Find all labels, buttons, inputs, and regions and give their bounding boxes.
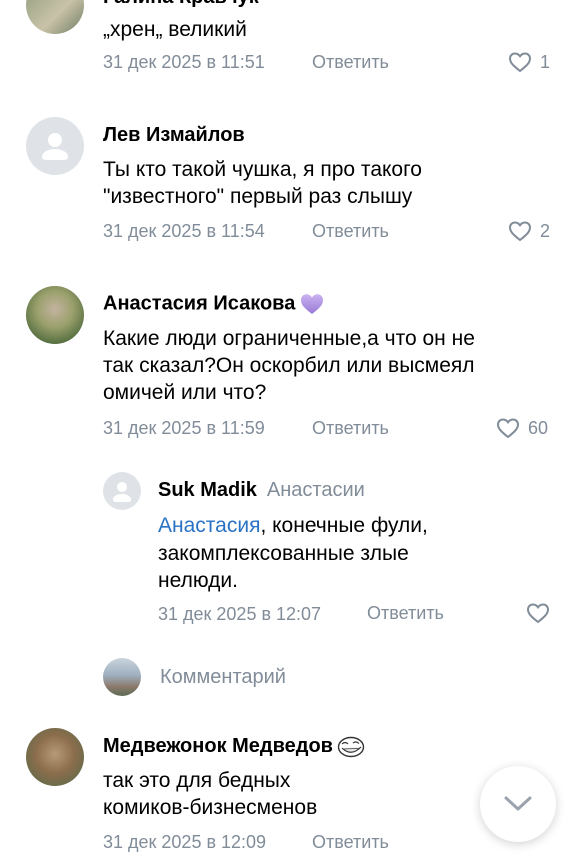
avatar[interactable]	[103, 472, 141, 510]
avatar[interactable]	[26, 0, 84, 34]
comment-text-line: омичей или что?	[103, 381, 267, 404]
comment-text-line: так сказал?Он оскорбил или высмеял	[103, 354, 475, 377]
comment-date: 31 дек 2025 в 12:07	[158, 604, 322, 624]
comment-text: „хрен„ великий	[103, 18, 247, 41]
like-button[interactable]	[526, 602, 550, 624]
troll-face-icon	[337, 736, 365, 757]
reply-to-label: Анастасии	[266, 479, 365, 501]
avatar-placeholder-icon	[117, 482, 127, 492]
comment-item: Галина Кравчук „хрен„ великий 31 дек 202…	[0, 0, 576, 90]
heart-outline-icon	[508, 221, 532, 242]
comment-text-line: Какие люди ограниченные,а что он не	[103, 327, 475, 350]
comment-date: 31 дек 2025 в 12:09	[103, 832, 267, 852]
comment-input[interactable]: Комментарий	[160, 666, 286, 689]
comment-text-line: Ты кто такой чушка, я про такого	[103, 158, 422, 181]
comment-author-name: Анастасия Исакова	[103, 292, 296, 315]
reply-button[interactable]: Ответить	[312, 418, 389, 439]
compose-row[interactable]: Комментарий	[0, 650, 576, 706]
comment-date: 31 дек 2025 в 11:54	[103, 221, 265, 241]
reply-button[interactable]: Ответить	[312, 832, 389, 853]
like-count: 1	[540, 51, 551, 72]
chevron-down-icon	[504, 796, 532, 811]
avatar[interactable]	[26, 728, 84, 786]
reply-button[interactable]: Ответить	[312, 52, 389, 73]
comment-date: 31 дек 2025 в 11:59	[103, 418, 265, 438]
avatar-placeholder-body	[113, 494, 131, 502]
avatar[interactable]	[26, 117, 84, 175]
comment-author[interactable]: Suk Madik Анастасии	[158, 479, 365, 502]
comment-author-name: Медвежонок Медведов	[103, 735, 333, 757]
avatar[interactable]	[26, 286, 84, 344]
comment-text-line: закомплексованные злые	[158, 542, 409, 565]
comment-text-line: нелюди.	[158, 569, 238, 592]
comment-text-line: "известного" первый раз слышу	[103, 185, 413, 208]
like-button[interactable]: 60	[496, 417, 548, 439]
comment-author[interactable]: Медвежонок Медведов	[103, 735, 365, 758]
comment-author-name: Suk Madik	[158, 479, 257, 501]
mention-link[interactable]: Анастасия	[158, 514, 260, 537]
heart-outline-icon	[496, 418, 520, 439]
like-count: 60	[528, 417, 549, 438]
comment-text-line: так это для бедных	[103, 769, 291, 792]
heart-outline-icon	[526, 603, 550, 624]
comment-author[interactable]: Анастасия Исакова	[103, 292, 325, 316]
reply-button[interactable]: Ответить	[367, 603, 444, 624]
comment-text-fragment: , конечные фули,	[260, 514, 428, 537]
comment-item: Анастасия Исакова Какие люди ограниченны…	[0, 280, 576, 460]
comment-date: 31 дек 2025 в 11:51	[103, 52, 265, 72]
reply-button[interactable]: Ответить	[312, 221, 389, 242]
comment-text-line: Анастасия, конечные фули,	[158, 512, 428, 539]
heart-outline-icon	[508, 52, 532, 73]
current-user-avatar	[103, 658, 141, 696]
like-button[interactable]: 2	[508, 220, 550, 242]
avatar-placeholder-icon	[48, 133, 62, 147]
comment-author[interactable]: Лев Измайлов	[103, 124, 245, 147]
comment-text-line: комиков-бизнесменов	[103, 796, 318, 819]
avatar-placeholder-body	[42, 149, 68, 160]
comment-item: Лев Измайлов Ты кто такой чушка, я про т…	[0, 110, 576, 260]
like-button[interactable]: 1	[508, 51, 550, 73]
purple-heart-icon	[301, 294, 324, 314]
comment-author[interactable]: Галина Кравчук	[103, 0, 259, 9]
like-count: 2	[540, 220, 551, 241]
reply-item: Suk Madik Анастасии Анастасия, конечные ф…	[0, 460, 576, 640]
scroll-down-button[interactable]	[480, 766, 556, 842]
